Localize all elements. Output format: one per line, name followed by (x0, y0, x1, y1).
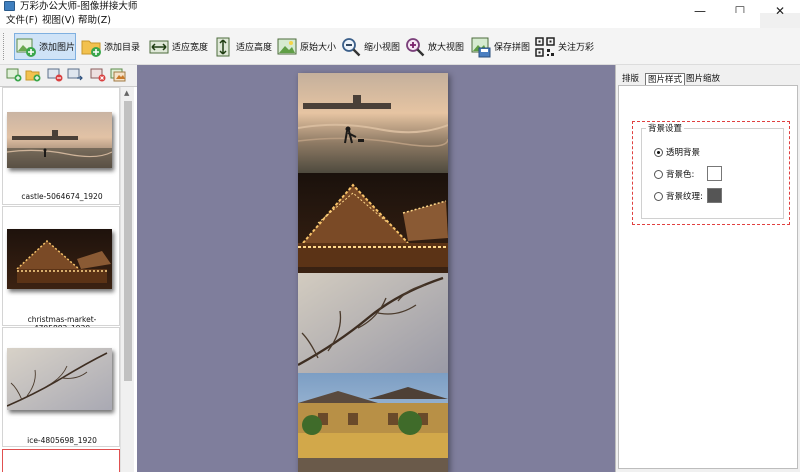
menu-help[interactable]: 帮助(Z) (78, 14, 111, 27)
tab-layout[interactable]: 排版 (620, 73, 641, 85)
window-title: 万彩办公大师-图像拼接大师 (20, 1, 138, 12)
option-background-texture[interactable]: 背景纹理: (654, 190, 703, 202)
add-folder-small-icon[interactable] (25, 68, 41, 82)
zoom-in-icon (406, 37, 425, 56)
option-transparent-background[interactable]: 透明背景 (654, 146, 700, 158)
delete-image-icon[interactable] (90, 68, 106, 82)
scrollbar-thumb[interactable] (124, 101, 132, 381)
thumbnail-panel[interactable]: castle-5064674_1920 christmas-market-470… (0, 86, 137, 472)
thumbnail-toolbar (0, 65, 137, 86)
thumbnail-label: castle-5064674_1920 (21, 192, 103, 201)
follow-label: 关注万彩 (558, 43, 595, 53)
zoom-out-label: 缩小视图 (364, 43, 401, 53)
zoom-in-button[interactable]: 放大视图 (404, 33, 466, 60)
add-image-small-icon[interactable] (6, 68, 22, 82)
fit-height-icon (216, 37, 230, 56)
option-background-color[interactable]: 背景色: (654, 168, 694, 180)
original-size-button[interactable]: 原始大小 (276, 33, 338, 60)
image-style-tab-content: 背景设置 透明背景 背景色: 背景纹理: (618, 85, 798, 469)
move-image-icon[interactable] (67, 68, 83, 82)
stitched-image-preview (298, 73, 448, 472)
add-image-icon (16, 38, 36, 57)
app-logo-icon (4, 1, 15, 11)
option-label: 背景色: (666, 170, 695, 180)
fit-height-button[interactable]: 适应高度 (212, 33, 274, 60)
menu-view[interactable]: 视图(V) (42, 14, 75, 27)
add-image-label: 添加图片 (39, 43, 76, 53)
fit-height-label: 适应高度 (236, 43, 273, 53)
tab-image-scale[interactable]: 图片缩放 (684, 73, 722, 85)
remove-image-icon[interactable] (47, 68, 63, 82)
thumbnail-scrollbar[interactable]: ▲ (120, 87, 134, 472)
preview-canvas (137, 65, 615, 472)
background-texture-swatch[interactable] (707, 188, 722, 203)
add-folder-label: 添加目录 (104, 43, 141, 53)
thumbnail-item-christmas-market[interactable]: christmas-market-4705882_1920 (2, 206, 120, 333)
fit-width-button[interactable]: 适应宽度 (148, 33, 210, 60)
christmas-market-thumbnail-image (7, 229, 112, 289)
qr-code-icon (535, 36, 555, 57)
add-folder-button[interactable]: 添加目录 (80, 33, 140, 60)
menu-file[interactable]: 文件(F) (6, 14, 38, 27)
title-bar: 万彩办公大师-图像拼接大师 — ☐ ✕ (0, 0, 800, 18)
radio-checked-icon[interactable] (654, 147, 663, 157)
option-label: 背景纹理: (666, 192, 703, 202)
menu-bar: 文件(F) 视图(V) 帮助(Z) (0, 13, 760, 28)
tab-image-style[interactable]: 图片样式 (645, 73, 686, 85)
save-icon (471, 37, 491, 57)
ice-thumbnail-image (7, 348, 112, 410)
follow-button[interactable]: 关注万彩 (534, 33, 596, 60)
main-toolbar: 添加图片 添加目录 适应宽度 适应高度 原始大小 缩小视图 放大视图 保存拼图 … (0, 28, 800, 65)
background-color-swatch[interactable] (707, 166, 722, 181)
background-settings-group: 背景设置 透明背景 背景色: 背景纹理: (641, 122, 784, 219)
fit-width-label: 适应宽度 (172, 43, 209, 53)
thumbnail-item-selected[interactable] (2, 449, 120, 472)
clear-images-icon[interactable] (110, 68, 126, 82)
zoom-in-label: 放大视图 (428, 43, 465, 53)
thumbnail-item-castle[interactable]: castle-5064674_1920 (2, 87, 120, 205)
save-label: 保存拼图 (494, 43, 531, 53)
original-size-icon (277, 38, 297, 54)
option-label: 透明背景 (666, 148, 701, 158)
radio-unchecked-icon[interactable] (654, 169, 663, 179)
zoom-out-button[interactable]: 缩小视图 (340, 33, 402, 60)
radio-unchecked-icon[interactable] (654, 191, 663, 201)
toolbar-grip (3, 33, 6, 60)
close-button[interactable]: ✕ (760, 0, 800, 26)
fit-width-icon (149, 40, 169, 53)
original-size-label: 原始大小 (300, 43, 337, 53)
highlight-frame: 背景设置 透明背景 背景色: 背景纹理: (632, 121, 790, 225)
thumbnail-item-ice[interactable]: ice-4805698_1920 (2, 327, 120, 447)
save-button[interactable]: 保存拼图 (470, 33, 530, 60)
castle-thumbnail-image (7, 112, 112, 168)
thumbnail-label: ice-4805698_1920 (27, 436, 97, 445)
settings-panel: 排版 图片样式 图片缩放 背景设置 透明背景 背景色: 背景纹理: (615, 65, 800, 472)
add-image-button[interactable]: 添加图片 (14, 33, 76, 60)
zoom-out-icon (342, 37, 361, 56)
background-settings-title: 背景设置 (646, 122, 685, 134)
add-folder-icon (81, 40, 101, 57)
scroll-up-icon[interactable]: ▲ (124, 89, 129, 97)
